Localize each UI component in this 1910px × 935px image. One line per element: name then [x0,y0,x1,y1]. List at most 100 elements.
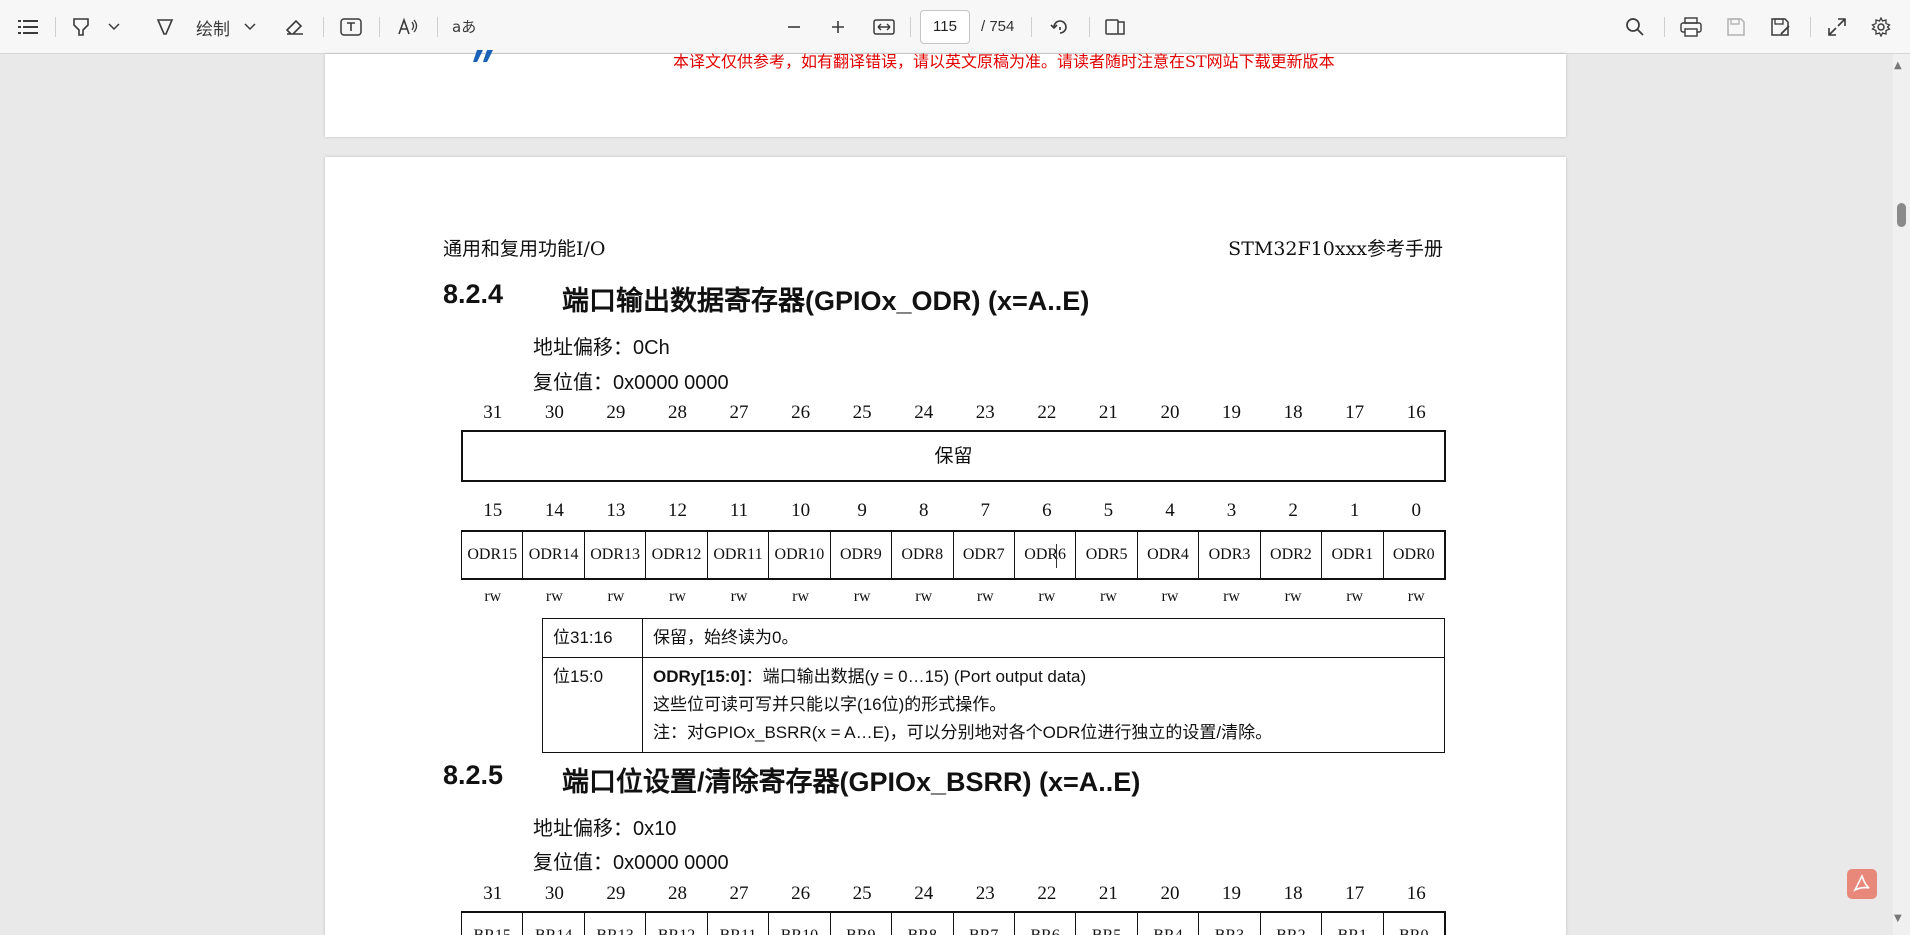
access-type: rw [1099,588,1117,605]
register-field: BR5 [1076,913,1138,935]
zoom-in-icon[interactable] [823,0,853,54]
register-field: ODR14 [523,532,585,578]
print-icon[interactable] [1676,0,1706,54]
read-aloud-icon[interactable] [393,0,423,54]
table-row: 位15:0 ODRy[15:0]：端口输出数据(y = 0…15) (Port … [542,657,1445,753]
page-header-right: STM32F10xxx参考手册 [1228,238,1443,260]
bit-number: 19 [1222,402,1242,423]
register-field: BR6 [1015,913,1077,935]
register-field: BR1 [1322,913,1384,935]
bit-number: 12 [667,500,687,521]
acrobat-tools-icon[interactable] [1847,869,1877,899]
reset-value: 复位值：0x0000 0000 [533,372,729,394]
bit-number: 17 [1345,402,1365,423]
section-number: 8.2.5 [443,760,504,790]
access-type: rw [1161,588,1179,605]
reserved-field: 保留 [461,430,1446,482]
scrollbar-thumb[interactable] [1897,203,1906,227]
text-box-icon[interactable] [336,0,366,54]
register-field: BR0 [1384,913,1446,935]
highlight-icon[interactable] [66,0,96,54]
register-field: ODR5 [1076,532,1138,578]
field-name: ODRy[15:0] [653,667,746,686]
bit-number: 21 [1098,402,1118,423]
bit-number: 28 [667,883,687,904]
bit-number: 23 [975,402,995,423]
page-view-icon[interactable] [1101,0,1131,54]
bit-range: 位15:0 [542,657,643,753]
bit-number: 6 [1042,500,1052,521]
bit-number: 26 [791,402,811,423]
bit-number: 31 [483,402,503,423]
bit-description-table: 位31:16 保留，始终读为0。 位15:0 ODRy[15:0]：端口输出数据… [542,618,1445,753]
register-fields-bsrr: BR15 BR14 BR13 BR12 BR11 BR10 BR9 BR8 BR… [461,911,1446,935]
bit-number: 19 [1222,883,1242,904]
bit-range: 位31:16 [542,618,643,658]
vertical-scrollbar[interactable] [1893,54,1910,935]
access-row: rw rw rw rw rw rw rw rw rw rw rw rw rw r… [462,588,1447,606]
register-field: BR13 [585,913,647,935]
fit-width-icon[interactable] [868,0,900,54]
bit-number: 13 [606,500,626,521]
search-icon[interactable] [1620,0,1650,54]
bit-number: 11 [729,500,749,521]
eraser-icon[interactable] [280,0,310,54]
page-header-left: 通用和复用功能I/O [443,238,606,260]
bit-number: 22 [1037,883,1057,904]
access-type: rw [1346,588,1364,605]
bit-number: 23 [975,883,995,904]
register-field: BR2 [1261,913,1323,935]
access-type: rw [792,588,810,605]
bit-numbers-high: 31 30 29 28 27 26 25 24 23 22 21 20 19 1… [462,402,1447,424]
bit-number: 18 [1283,402,1303,423]
text-cursor [1056,544,1057,568]
bit-number: 4 [1165,500,1175,521]
register-field: BR12 [646,913,708,935]
bit-description: 保留，始终读为0。 [642,618,1445,658]
access-type: rw [607,588,625,605]
chevron-down-icon[interactable] [104,0,124,54]
rotate-icon[interactable] [1045,0,1075,54]
chevron-down-icon[interactable] [240,0,260,54]
bit-number: 21 [1098,883,1118,904]
bit-number: 29 [606,883,626,904]
section-number: 8.2.4 [443,279,504,309]
svg-text:aあ: aあ [452,18,476,36]
bit-numbers-low: 15 14 13 12 11 10 9 8 7 6 5 4 3 2 1 0 [462,500,1447,522]
bit-number: 16 [1406,402,1426,423]
st-logo-icon [473,50,493,62]
bit-number: 17 [1345,883,1365,904]
settings-gear-icon[interactable] [1866,0,1896,54]
bit-number: 27 [729,402,749,423]
page-number-input[interactable]: 115 [920,10,970,44]
scroll-up-arrow-icon[interactable]: ▲ [1894,60,1902,71]
bit-description: ODRy[15:0]：端口输出数据(y = 0…15) (Port output… [642,657,1445,753]
fullscreen-icon[interactable] [1822,0,1852,54]
register-field: ODR4 [1138,532,1200,578]
page-total: / 754 [981,18,1015,35]
register-field: ODR8 [892,532,954,578]
scroll-down-arrow-icon[interactable]: ▼ [1894,913,1902,924]
draw-button[interactable]: 绘制 [188,0,238,54]
access-type: rw [853,588,871,605]
draw-pen-icon[interactable] [150,0,180,54]
register-field: BR9 [831,913,893,935]
table-row: 位31:16 保留，始终读为0。 [542,618,1445,658]
save-icon[interactable] [1721,0,1751,54]
register-field: ODR1 [1322,532,1384,578]
address-offset: 地址偏移：0Ch [533,337,670,359]
reset-value: 复位值：0x0000 0000 [533,852,729,874]
bit-number: 24 [914,883,934,904]
field-summary: ：端口输出数据(y = 0…15) (Port output data) [745,667,1087,686]
bit-number: 24 [914,402,934,423]
register-field: ODR15 [462,532,524,578]
bit-number: 20 [1160,883,1180,904]
bit-number: 22 [1037,402,1057,423]
outline-list-icon[interactable] [12,0,44,54]
register-field: BR11 [708,913,770,935]
save-as-icon[interactable] [1766,0,1796,54]
access-type: rw [545,588,563,605]
translate-icon[interactable]: aあ [449,0,479,54]
zoom-out-icon[interactable] [779,0,809,54]
access-type: rw [1223,588,1240,605]
